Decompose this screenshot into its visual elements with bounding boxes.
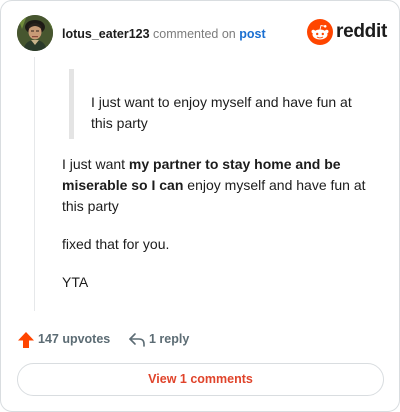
paragraph-1-start: I just want — [62, 156, 129, 172]
upvote-count: 147 upvotes — [38, 332, 111, 346]
commented-on-text: commented on — [153, 27, 236, 41]
comment-header: lotus_eater123 commented on post reddit — [17, 15, 387, 55]
comment-paragraph-1: I just want my partner to stay home and … — [62, 154, 382, 217]
quote-text: I just want to enjoy myself and have fun… — [91, 94, 352, 131]
avatar[interactable] — [17, 15, 53, 51]
reddit-alien-logo-icon — [307, 19, 333, 45]
reply-count[interactable]: 1 reply — [149, 332, 189, 346]
comment-paragraph-3: YTA — [62, 274, 89, 290]
thread-line — [34, 57, 35, 311]
comment-actions: 147 upvotes 1 reply — [17, 329, 385, 351]
reply-arrow-icon[interactable] — [128, 332, 146, 348]
view-comments-button[interactable]: View 1 comments — [17, 363, 384, 396]
comment-paragraph-2: fixed that for you. — [62, 236, 170, 252]
username-link[interactable]: lotus_eater123 — [62, 27, 150, 41]
reddit-brand[interactable]: reddit — [307, 19, 387, 47]
comment-card: lotus_eater123 commented on post reddit … — [0, 0, 400, 412]
post-link[interactable]: post — [239, 27, 265, 41]
comment-body: I just want my partner to stay home and … — [62, 154, 382, 310]
byline: lotus_eater123 commented on post — [62, 26, 266, 42]
blockquote: I just want to enjoy myself and have fun… — [69, 69, 369, 139]
upvote-arrow-icon[interactable] — [17, 331, 35, 349]
reddit-wordmark: reddit — [336, 21, 387, 42]
